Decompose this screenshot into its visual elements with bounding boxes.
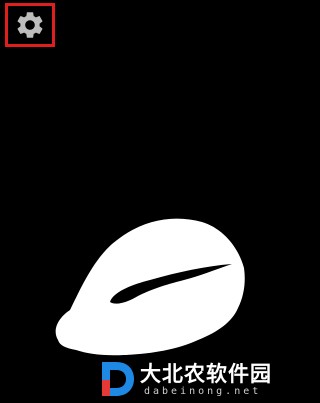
app-screen: 大北农软件园 dabeinong.net [0, 0, 300, 403]
watermark-logo-icon [102, 362, 134, 396]
watermark-site: dabeinong.net [144, 386, 262, 397]
drawing-canvas[interactable] [0, 0, 300, 403]
watermark: 大北农软件园 dabeinong.net [98, 356, 298, 402]
watermark-name: 大北农软件园 [140, 362, 272, 386]
